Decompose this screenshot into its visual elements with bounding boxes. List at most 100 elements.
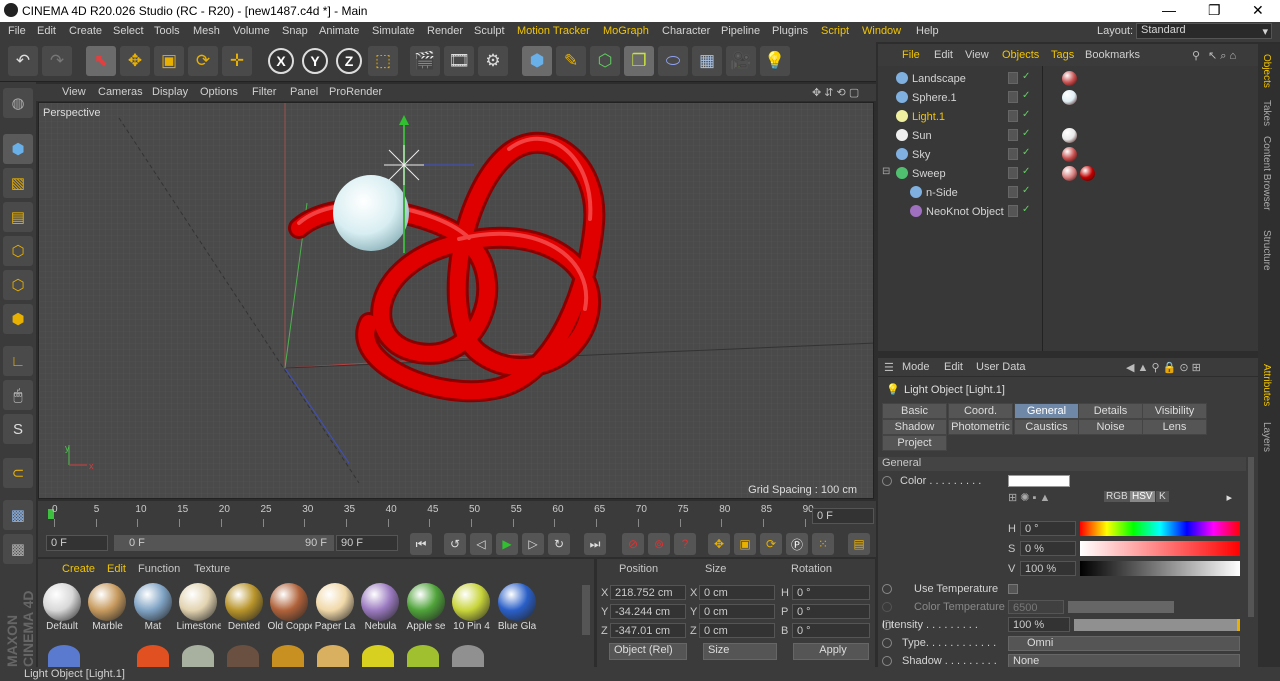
position-field[interactable]: 218.752 cm (610, 585, 686, 600)
enabled-check-icon[interactable]: ✓ (1022, 109, 1030, 120)
size-field[interactable]: 0 cm (699, 585, 775, 600)
enabled-check-icon[interactable]: ✓ (1022, 185, 1030, 196)
menu-create[interactable]: Create (69, 25, 102, 37)
menu-simulate[interactable]: Simulate (372, 25, 415, 37)
layer-toggle[interactable] (1008, 129, 1018, 141)
object-search-icon[interactable]: ⚲ (1192, 49, 1200, 62)
render-picture-viewer-icon[interactable]: 🎞 (444, 46, 474, 76)
rotation-field[interactable]: 0 ° (792, 623, 870, 638)
animate-dot-icon[interactable] (882, 476, 892, 486)
object-name[interactable]: Sweep (912, 168, 946, 180)
make-editable-icon[interactable]: ◍ (3, 88, 33, 118)
objects-menu-file[interactable]: File (902, 49, 920, 61)
attr-menu-mode[interactable]: Mode (902, 361, 930, 373)
floor-object-icon[interactable]: ▦ (692, 46, 722, 76)
next-frame-icon[interactable]: ▷ (522, 533, 544, 555)
objects-menu-edit[interactable]: Edit (934, 49, 953, 61)
select-tool-icon[interactable]: ⬉ (86, 46, 116, 76)
attr-tab-caustics[interactable]: Caustics (1014, 419, 1079, 435)
enabled-check-icon[interactable]: ✓ (1022, 166, 1030, 177)
h-field[interactable]: 0 ° (1020, 521, 1076, 536)
key-rotation-icon[interactable]: ⟳ (760, 533, 782, 555)
camera-object-icon[interactable]: 🎥 (726, 46, 756, 76)
hue-slider[interactable] (1080, 521, 1240, 536)
model-mode-icon[interactable]: ⬢ (3, 134, 33, 164)
layer-toggle[interactable] (1008, 91, 1018, 103)
menu-character[interactable]: Character (662, 25, 710, 37)
layer-toggle[interactable] (1008, 186, 1018, 198)
key-pla-icon[interactable]: ⁙ (812, 533, 834, 555)
menu-mograph[interactable]: MoGraph (603, 25, 649, 37)
cube-object-icon[interactable]: ⬢ (522, 46, 552, 76)
layer-toggle[interactable] (1008, 205, 1018, 217)
viewport-menu-panel[interactable]: Panel (290, 86, 318, 98)
object-name[interactable]: NeoKnot Object (926, 206, 1004, 218)
solo-mode-icon[interactable]: S (3, 414, 33, 444)
axis-mode-icon[interactable]: ∟ (3, 346, 33, 376)
material-tag-icon[interactable] (1062, 128, 1077, 143)
coordinate-system-icon[interactable]: ⬚ (368, 46, 398, 76)
object-row[interactable]: Sweep ✓ (878, 164, 1258, 183)
enabled-check-icon[interactable]: ✓ (1022, 71, 1030, 82)
attr-tab-noise[interactable]: Noise (1078, 419, 1143, 435)
menu-snap[interactable]: Snap (282, 25, 308, 37)
object-name[interactable]: Sky (912, 149, 930, 161)
menu-mesh[interactable]: Mesh (193, 25, 220, 37)
attr-tab-project[interactable]: Project (882, 435, 947, 451)
saturation-slider[interactable] (1080, 541, 1240, 556)
material-tag-icon[interactable] (1062, 147, 1077, 162)
object-name[interactable]: Sphere.1 (912, 92, 957, 104)
material-item[interactable]: Apple se (404, 583, 447, 635)
timeline-ruler[interactable]: 0 5 10 15 20 25 30 35 40 45 50 55 60 65 70 75 80 85 90 0 F (38, 501, 876, 531)
object-row[interactable]: NeoKnot Object ✓ (878, 202, 1258, 221)
attr-scrollbar[interactable] (1248, 457, 1254, 617)
objects-menu-objects[interactable]: Objects (1002, 49, 1039, 61)
prev-frame-icon[interactable]: ◁ (470, 533, 492, 555)
menu-animate[interactable]: Animate (319, 25, 359, 37)
material-scrollbar[interactable] (582, 585, 590, 635)
material-menu-create[interactable]: Create (62, 563, 95, 575)
pen-spline-icon[interactable]: ✎ (556, 46, 586, 76)
side-tab-attributes[interactable]: Attributes (1261, 364, 1272, 406)
key-position-icon[interactable]: ✥ (708, 533, 730, 555)
layer-toggle[interactable] (1008, 167, 1018, 179)
last-tool-icon[interactable]: ✛ (222, 46, 252, 76)
v-field[interactable]: 100 % (1020, 561, 1076, 576)
menu-select[interactable]: Select (113, 25, 144, 37)
menu-edit[interactable]: Edit (37, 25, 56, 37)
object-row[interactable]: Sun ✓ (878, 126, 1258, 145)
render-settings-icon[interactable]: ⚙ (478, 46, 508, 76)
goto-end-icon[interactable]: ⏭ (584, 533, 606, 555)
attr-tab-shadow[interactable]: Shadow (882, 419, 947, 435)
position-field[interactable]: -347.01 cm (610, 623, 686, 638)
material-item[interactable]: Limestone (177, 583, 221, 635)
prev-key-icon[interactable]: ↺ (444, 533, 466, 555)
minimize-button[interactable]: — (1162, 2, 1176, 18)
z-axis-lock-button[interactable]: Z (336, 48, 362, 74)
viewport-menu-display[interactable]: Display (152, 86, 188, 98)
menu-plugins[interactable]: Plugins (772, 25, 808, 37)
viewport-navigation-icons[interactable]: ✥ ⇵ ⟲ ▢ (812, 86, 859, 99)
material-tag-icon[interactable] (1062, 166, 1077, 181)
end-frame-field[interactable]: 90 F (336, 535, 398, 551)
object-row[interactable]: n-Side ✓ (878, 183, 1258, 202)
layer-toggle[interactable] (1008, 110, 1018, 122)
menu-pipeline[interactable]: Pipeline (721, 25, 760, 37)
viewport-menu-filter[interactable]: Filter (252, 86, 276, 98)
y-axis-lock-button[interactable]: Y (302, 48, 328, 74)
array-generator-icon[interactable]: ❒ (624, 46, 654, 76)
menu-motion-tracker[interactable]: Motion Tracker (517, 25, 590, 37)
play-icon[interactable]: ▶ (496, 533, 518, 555)
autokey-icon[interactable]: ⊚ (648, 533, 670, 555)
points-mode-icon[interactable]: ⬡ (3, 236, 33, 266)
keyframe-help-icon[interactable]: ? (674, 533, 696, 555)
menu-help[interactable]: Help (916, 25, 939, 37)
menu-tools[interactable]: Tools (154, 25, 180, 37)
coord-mode-select[interactable]: Object (Rel) (609, 643, 687, 660)
planar-workplane-icon[interactable]: ▩ (3, 534, 33, 564)
animate-dot-icon[interactable] (882, 656, 892, 666)
enabled-check-icon[interactable]: ✓ (1022, 204, 1030, 215)
rotate-tool-icon[interactable]: ⟳ (188, 46, 218, 76)
color-swatch[interactable] (1008, 475, 1070, 487)
attr-tab-visibility[interactable]: Visibility (1142, 403, 1207, 419)
